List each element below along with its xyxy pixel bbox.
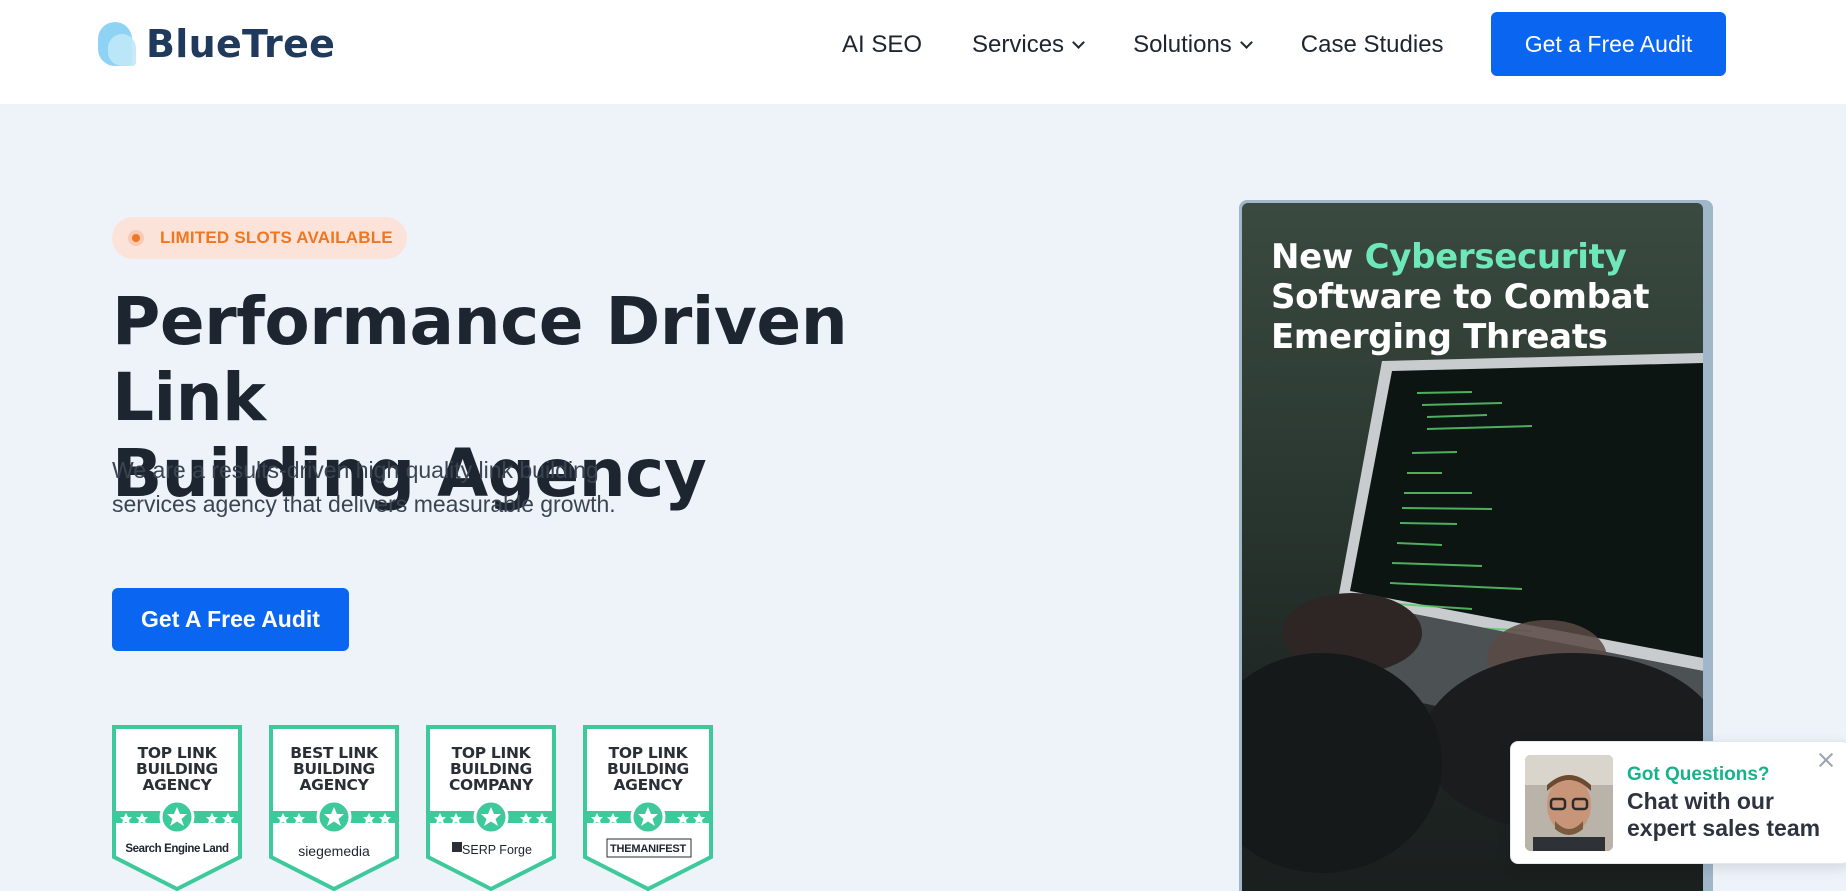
award-badge: TOP LINK BUILDING AGENCY THEMANIFEST — [583, 725, 713, 891]
video-title-word: New — [1271, 237, 1354, 277]
award-title-line: TOP LINK — [137, 744, 217, 762]
nav-item-solutions[interactable]: Solutions — [1133, 30, 1253, 60]
chat-widget[interactable]: Got Questions? Chat with our expert sale… — [1510, 741, 1846, 864]
chevron-down-icon — [1072, 35, 1085, 49]
award-title-line: BUILDING — [607, 760, 689, 778]
chat-message-line: Chat with our — [1627, 788, 1774, 814]
avatar — [1525, 755, 1613, 851]
chevron-down-icon — [1239, 35, 1253, 49]
site-header: BlueTree AI SEO Services Solutions Case … — [0, 0, 1846, 104]
limited-slots-badge: LIMITED SLOTS AVAILABLE — [112, 217, 407, 259]
logo-text: BlueTree — [146, 22, 336, 66]
status-dot-icon — [128, 230, 144, 246]
nav-item-label: Case Studies — [1300, 31, 1444, 58]
award-title-line: BUILDING — [293, 760, 375, 778]
award-title-line: BUILDING — [136, 760, 218, 778]
nav-item-label: Services — [972, 31, 1065, 58]
award-title-line: AGENCY — [299, 776, 369, 794]
video-title-line: Emerging Threats — [1271, 317, 1608, 357]
award-brand: siegemedia — [298, 843, 370, 859]
award-badges: TOP LINK BUILDING AGENCY Search Engine L… — [112, 725, 740, 891]
video-title-highlight: Cybersecurity — [1364, 237, 1627, 277]
chat-question: Got Questions? — [1627, 764, 1770, 785]
hero-subtitle: We are a results-driven high quality lin… — [112, 453, 672, 521]
video-title-line: Software to Combat — [1271, 277, 1650, 317]
sales-rep-photo — [1525, 755, 1613, 851]
subtitle-line: services agency that delivers measurable… — [112, 491, 616, 517]
badge-text: LIMITED SLOTS AVAILABLE — [160, 228, 393, 247]
get-free-audit-button[interactable]: Get a Free Audit — [1491, 12, 1726, 76]
chat-message-line: expert sales team — [1627, 815, 1821, 841]
main-nav: AI SEO Services Solutions Case Studies — [842, 30, 1444, 60]
bluetree-logo-icon — [98, 22, 138, 66]
close-icon[interactable] — [1817, 751, 1835, 769]
subtitle-line: We are a results-driven high quality lin… — [112, 457, 599, 483]
award-title-line: TOP LINK — [451, 744, 531, 762]
award-title-line: AGENCY — [142, 776, 212, 794]
award-title-line: BUILDING — [450, 760, 532, 778]
logo[interactable]: BlueTree — [98, 22, 335, 66]
award-brand: Search Engine Land — [125, 843, 229, 855]
award-title-line: TOP LINK — [608, 744, 688, 762]
nav-item-label: AI SEO — [842, 31, 923, 58]
award-badge: TOP LINK BUILDING AGENCY Search Engine L… — [112, 725, 242, 891]
award-badge: BEST LINK BUILDING AGENCY siegemedia — [269, 725, 399, 891]
video-title: New Cybersecurity Software to Combat Eme… — [1271, 237, 1691, 357]
nav-item-case-studies[interactable]: Case Studies — [1301, 30, 1444, 60]
award-brand: SERP Forge — [462, 843, 532, 857]
award-badge: TOP LINK BUILDING COMPANY SERP Forge — [426, 725, 556, 891]
nav-item-label: Solutions — [1133, 31, 1232, 58]
award-title-line: COMPANY — [448, 776, 533, 794]
title-line: Performance Driven Link — [112, 283, 848, 436]
hero-get-free-audit-button[interactable]: Get A Free Audit — [112, 588, 349, 651]
nav-item-services[interactable]: Services — [972, 30, 1085, 60]
chat-message: Chat with our expert sales team — [1627, 788, 1846, 842]
nav-item-ai-seo[interactable]: AI SEO — [842, 30, 922, 60]
award-brand: THEMANIFEST — [609, 843, 687, 855]
award-title-line: BEST LINK — [290, 744, 378, 762]
award-title-line: AGENCY — [613, 776, 683, 794]
